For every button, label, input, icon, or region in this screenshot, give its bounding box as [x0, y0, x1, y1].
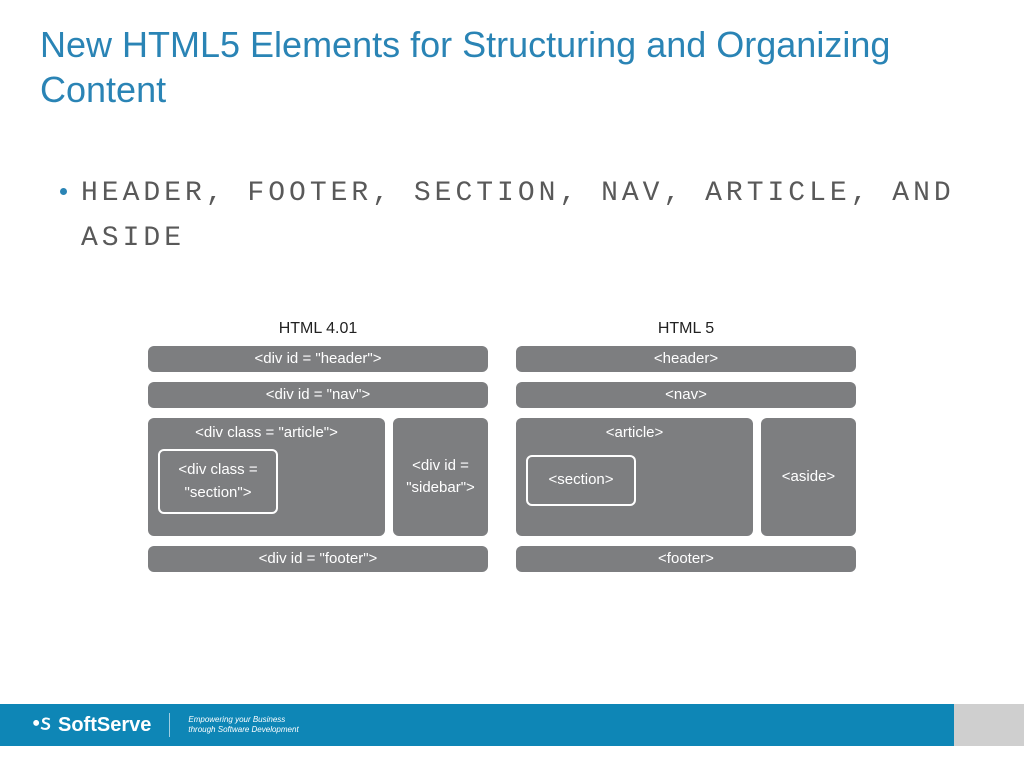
bullet-dot-icon — [60, 188, 67, 195]
article-label: <article> — [606, 424, 664, 441]
box-footer: <div id = "footer"> — [148, 546, 488, 572]
brand-divider — [169, 713, 170, 737]
box-section: <div class = "section"> — [158, 449, 278, 514]
brand-tagline: Empowering your Business through Softwar… — [188, 715, 298, 736]
bullet-item: Header, Footer, Section, Nav, Article, a… — [60, 172, 984, 262]
box-sidebar: <div id = "sidebar"> — [393, 418, 488, 536]
brand-logo: SoftServe — [32, 714, 151, 737]
box-footer: <footer> — [516, 546, 856, 572]
box-header: <div id = "header"> — [148, 346, 488, 372]
brand-logo-icon — [32, 715, 52, 735]
box-nav: <nav> — [516, 382, 856, 408]
box-section: <section> — [526, 455, 636, 506]
box-nav: <div id = "nav"> — [148, 382, 488, 408]
brand-tagline-line1: Empowering your Business — [188, 715, 298, 725]
slide-title: New HTML5 Elements for Structuring and O… — [0, 0, 1024, 112]
mid-row: <article> <section> <aside> — [516, 418, 856, 536]
box-aside: <aside> — [761, 418, 856, 536]
bullet-text: Header, Footer, Section, Nav, Article, a… — [81, 172, 984, 262]
slide: New HTML5 Elements for Structuring and O… — [0, 0, 1024, 768]
col-title-html5: HTML 5 — [516, 320, 856, 338]
bullet-area: Header, Footer, Section, Nav, Article, a… — [0, 112, 1024, 262]
box-article: <div class = "article"> <div class = "se… — [148, 418, 385, 536]
mid-row: <div class = "article"> <div class = "se… — [148, 418, 488, 536]
box-header: <header> — [516, 346, 856, 372]
brand-footer: SoftServe Empowering your Business throu… — [0, 704, 1024, 746]
diagram-col-html5: HTML 5 <header> <nav> <article> <section… — [516, 320, 856, 582]
comparison-diagram: HTML 4.01 <div id = "header"> <div id = … — [148, 320, 888, 582]
article-label: <div class = "article"> — [195, 424, 338, 441]
brand-tagline-line2: through Software Development — [188, 725, 298, 735]
col-title-html4: HTML 4.01 — [148, 320, 488, 338]
brand-name: SoftServe — [58, 714, 151, 737]
diagram-col-html4: HTML 4.01 <div id = "header"> <div id = … — [148, 320, 488, 582]
brand-footer-main: SoftServe Empowering your Business throu… — [0, 704, 954, 746]
box-article: <article> <section> — [516, 418, 753, 536]
brand-footer-accent — [954, 704, 1024, 746]
